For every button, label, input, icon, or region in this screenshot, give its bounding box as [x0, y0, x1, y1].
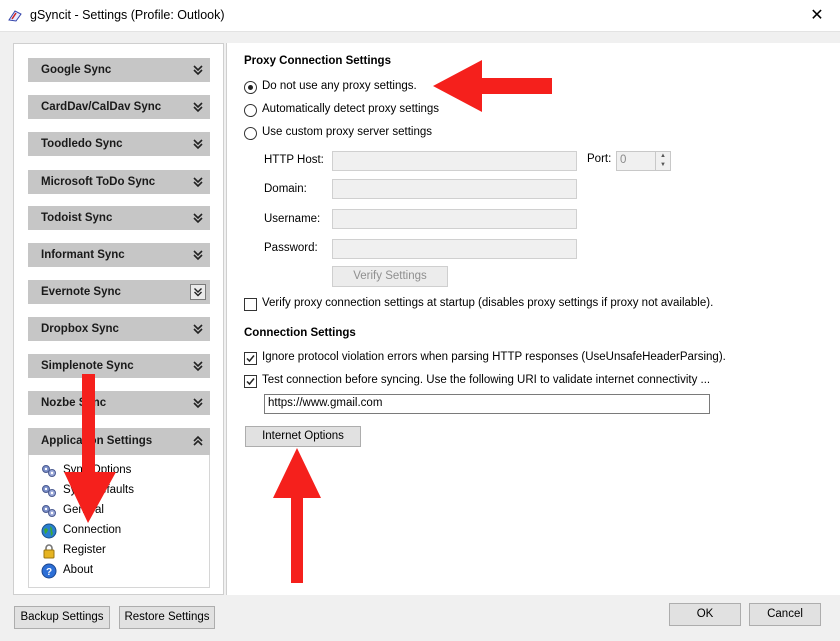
group-label: CardDav/CalDav Sync [41, 101, 162, 113]
radio-indicator [244, 81, 257, 94]
dialog-footer: Backup Settings Restore Settings OK Canc… [0, 595, 840, 641]
internet-options-button[interactable]: Internet Options [245, 426, 361, 447]
radio-indicator [244, 127, 257, 140]
group-simplenote-sync[interactable]: Simplenote Sync [28, 354, 210, 378]
chevron-double-down-icon [193, 177, 203, 188]
group-label: Microsoft ToDo Sync [41, 176, 156, 188]
http-host-input[interactable] [332, 151, 577, 171]
group-label: Informant Sync [41, 249, 125, 261]
radio-indicator [244, 104, 257, 117]
port-label: Port: [587, 153, 612, 165]
nav-item-label: Register [63, 544, 106, 556]
http-host-label: HTTP Host: [264, 154, 324, 166]
proxy-section-heading: Proxy Connection Settings [244, 55, 391, 67]
backup-settings-button[interactable]: Backup Settings [14, 606, 110, 629]
chevron-double-down-icon [193, 102, 203, 113]
ok-button[interactable]: OK [669, 603, 741, 626]
group-label: Evernote Sync [41, 286, 121, 298]
group-label: Nozbe Sync [41, 397, 107, 409]
group-label: Dropbox Sync [41, 323, 119, 335]
checkbox-label: Test connection before syncing. Use the … [262, 374, 711, 386]
cancel-button[interactable]: Cancel [749, 603, 821, 626]
checkbox-label: Ignore protocol violation errors when pa… [262, 351, 726, 363]
group-dropbox-sync[interactable]: Dropbox Sync [28, 317, 210, 341]
group-label: Google Sync [41, 64, 112, 76]
group-informant-sync[interactable]: Informant Sync [28, 243, 210, 267]
group-label: Todoist Sync [41, 212, 113, 224]
chevron-double-up-icon [193, 435, 203, 446]
settings-navigation: Google Sync CardDav/CalDav Sync Toodledo… [13, 43, 224, 595]
radio-label: Use custom proxy server settings [262, 126, 433, 138]
password-input[interactable] [332, 239, 577, 259]
checkbox-label: Verify proxy connection settings at star… [262, 297, 714, 309]
verify-settings-button[interactable]: Verify Settings [332, 266, 448, 287]
group-google-sync[interactable]: Google Sync [28, 58, 210, 82]
close-icon[interactable]: ✕ [794, 0, 840, 31]
group-label: Toodledo Sync [41, 138, 123, 150]
chevron-double-down-icon [193, 139, 203, 150]
checkbox-box [244, 352, 257, 365]
nav-item-label: Sync Defaults [63, 484, 134, 496]
port-spinner[interactable]: ▲ ▼ [655, 152, 670, 170]
nav-item-label: Sync Options [63, 464, 132, 476]
connection-settings-page: Proxy Connection Settings Do not use any… [226, 43, 840, 595]
port-value: 0 [620, 154, 627, 166]
checkmark-icon [246, 355, 255, 363]
application-settings-items: Sync Options Sync Defaults General Conne… [28, 455, 210, 588]
group-carddav-caldav-sync[interactable]: CardDav/CalDav Sync [28, 95, 210, 119]
username-input[interactable] [332, 209, 577, 229]
nav-item-label: Connection [63, 524, 122, 536]
chevron-double-down-icon [193, 324, 203, 335]
password-label: Password: [264, 242, 318, 254]
group-microsoft-todo-sync[interactable]: Microsoft ToDo Sync [28, 170, 210, 194]
test-uri-input[interactable]: https://www.gmail.com [264, 394, 710, 414]
group-label: Simplenote Sync [41, 360, 134, 372]
radio-label: Do not use any proxy settings. [262, 80, 417, 92]
checkbox-box [244, 298, 257, 311]
lock-icon [43, 544, 55, 559]
group-todoist-sync[interactable]: Todoist Sync [28, 206, 210, 230]
chevron-double-down-icon [193, 398, 203, 409]
gears-icon [42, 505, 56, 517]
gears-icon [42, 485, 56, 497]
svg-text:?: ? [46, 567, 52, 578]
globe-icon [41, 523, 57, 539]
group-label: Application Settings [41, 435, 153, 447]
connection-section-heading: Connection Settings [244, 327, 356, 339]
username-label: Username: [264, 213, 321, 225]
checkbox-box [244, 375, 257, 388]
domain-label: Domain: [264, 183, 307, 195]
chevron-double-down-icon [193, 213, 203, 224]
radio-label: Automatically detect proxy settings [262, 103, 440, 115]
restore-settings-button[interactable]: Restore Settings [119, 606, 215, 629]
nav-item-label: About [63, 564, 94, 576]
chevron-double-down-icon [193, 361, 203, 372]
window-title: gSyncit - Settings (Profile: Outlook) [30, 8, 225, 22]
group-toodledo-sync[interactable]: Toodledo Sync [28, 132, 210, 156]
port-stepper[interactable]: 0 ▲ ▼ [616, 151, 671, 171]
title-bar: gSyncit - Settings (Profile: Outlook) ✕ [0, 0, 840, 32]
spin-down-icon[interactable]: ▼ [656, 161, 670, 170]
group-evernote-sync[interactable]: Evernote Sync [28, 280, 210, 304]
domain-input[interactable] [332, 179, 577, 199]
chevron-double-down-icon [193, 250, 203, 261]
group-application-settings[interactable]: Application Settings [28, 428, 210, 455]
nav-item-label: General [63, 504, 104, 516]
spin-up-icon[interactable]: ▲ [656, 152, 670, 161]
chevron-double-down-icon [193, 65, 203, 76]
help-icon: ? [41, 563, 57, 579]
gsyncit-app-icon [8, 10, 22, 22]
gears-icon [42, 465, 56, 477]
checkmark-icon [246, 378, 255, 386]
chevron-double-down-icon [190, 284, 206, 300]
group-nozbe-sync[interactable]: Nozbe Sync [28, 391, 210, 415]
